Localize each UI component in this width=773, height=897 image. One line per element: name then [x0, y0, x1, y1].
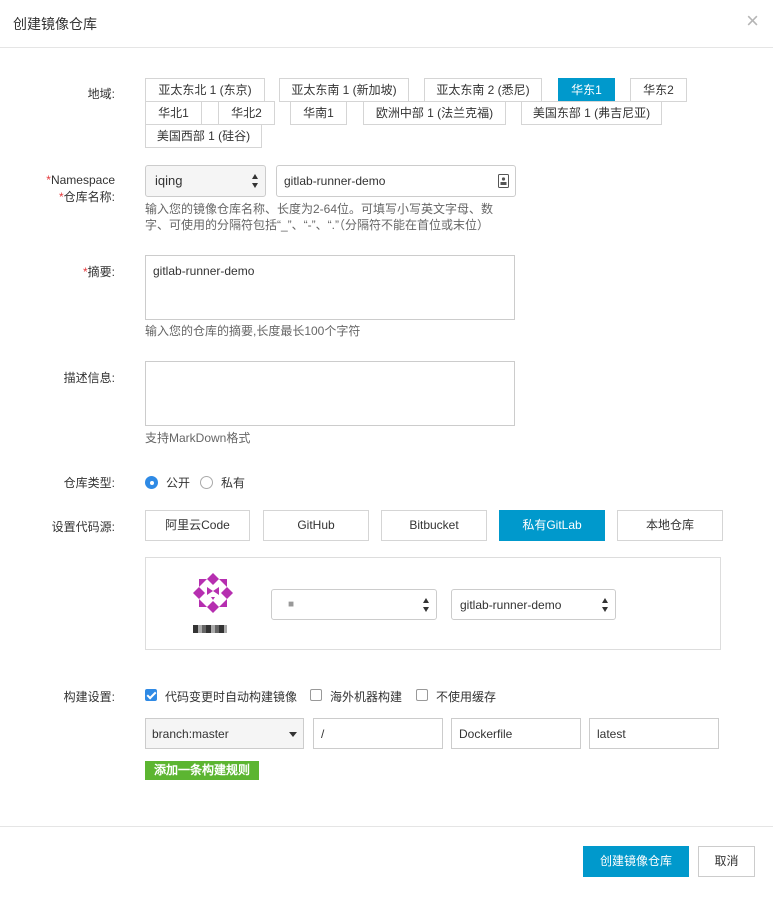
- region-option-tokyo[interactable]: 亚太东北 1 (东京): [145, 78, 265, 102]
- close-icon[interactable]: ×: [746, 10, 759, 32]
- region-option-frankfurt[interactable]: 欧洲中部 1 (法兰克福): [363, 101, 506, 125]
- namespace-select[interactable]: iqing: [145, 165, 266, 197]
- source-local-repo-button[interactable]: 本地仓库: [617, 510, 723, 541]
- no-cache-label: 不使用缓存: [436, 690, 497, 704]
- region-option-east1[interactable]: 华东1: [558, 78, 615, 102]
- gitlab-project-value: gitlab-runner-demo: [460, 598, 562, 612]
- repo-name-value: gitlab-runner-demo: [284, 174, 386, 188]
- source-private-gitlab-button[interactable]: 私有GitLab: [499, 510, 605, 541]
- gitlab-avatar-icon: [193, 573, 233, 613]
- overseas-build-label: 海外机器构建: [330, 690, 403, 704]
- repo-name-hint-line2: 字、可使用的分隔符包括“_”、“-”、“.”（分隔符不能在首位或末位）: [145, 218, 489, 232]
- footer-divider: [0, 826, 773, 827]
- select-arrows-icon: [423, 598, 430, 612]
- namespace-value: iqing: [155, 173, 183, 188]
- contact-card-icon[interactable]: [498, 174, 509, 188]
- source-github-button[interactable]: GitHub: [263, 510, 369, 541]
- source-bitbucket-button[interactable]: Bitbucket: [381, 510, 487, 541]
- region-option-virginia[interactable]: 美国东部 1 (弗吉尼亚): [521, 101, 662, 125]
- gitlab-source-panel: ■ gitlab-runner-demo: [145, 557, 721, 650]
- image-tag-value: latest: [597, 727, 626, 741]
- select-arrows-icon: [252, 174, 259, 188]
- region-option-silicon-valley[interactable]: 美国西部 1 (硅谷): [145, 124, 262, 148]
- branch-select[interactable]: branch:master: [145, 718, 304, 749]
- summary-value: gitlab-runner-demo: [153, 264, 255, 278]
- dropdown-caret-icon: [289, 732, 297, 737]
- repo-type-label: 仓库类型:: [63, 476, 115, 490]
- region-option-north1[interactable]: 华北1: [145, 101, 202, 125]
- repo-type-public-radio[interactable]: [145, 476, 158, 489]
- repo-name-label-text: 仓库名称:: [63, 190, 115, 204]
- repo-type-private-radio[interactable]: [200, 476, 213, 489]
- dockerfile-value: Dockerfile: [459, 727, 513, 741]
- namespace-label: *Namespace: [46, 173, 115, 187]
- select-arrows-icon: [602, 598, 609, 612]
- image-tag-input[interactable]: latest: [589, 718, 719, 749]
- region-option-sydney[interactable]: 亚太东南 2 (悉尼): [424, 78, 542, 102]
- source-aliyun-code-button[interactable]: 阿里云Code: [145, 510, 250, 541]
- description-hint: 支持MarkDown格式: [145, 431, 251, 445]
- gitlab-owner-value: ■: [288, 599, 295, 610]
- build-dir-value: /: [321, 727, 325, 741]
- cancel-button[interactable]: 取消: [698, 846, 755, 877]
- gitlab-project-select[interactable]: gitlab-runner-demo: [451, 589, 616, 620]
- region-option-singapore[interactable]: 亚太东南 1 (新加坡): [279, 78, 409, 102]
- region-option-north2[interactable]: 华北2: [218, 101, 275, 125]
- dockerfile-input[interactable]: Dockerfile: [451, 718, 581, 749]
- dialog-header: 创建镜像仓库 ×: [0, 0, 773, 48]
- summary-label: *摘要:: [83, 263, 115, 280]
- namespace-label-text: Namespace: [50, 173, 115, 187]
- repo-name-label: *仓库名称:: [59, 188, 115, 205]
- build-dir-input[interactable]: /: [313, 718, 443, 749]
- region-label: 地域:: [87, 87, 115, 101]
- branch-value: branch:master: [152, 727, 229, 741]
- region-option-south1[interactable]: 华南1: [290, 101, 347, 125]
- description-label: 描述信息:: [63, 371, 115, 385]
- owner-name-redacted: [193, 625, 227, 633]
- auto-build-checkbox[interactable]: [145, 689, 157, 701]
- gitlab-owner-select[interactable]: ■: [271, 589, 437, 620]
- summary-label-text: 摘要:: [87, 265, 115, 279]
- repo-type-private-label: 私有: [221, 476, 246, 490]
- create-repo-button[interactable]: 创建镜像仓库: [583, 846, 689, 877]
- repo-type-public-label: 公开: [166, 476, 191, 490]
- auto-build-label: 代码变更时自动构建镜像: [165, 690, 298, 704]
- repo-name-input[interactable]: gitlab-runner-demo: [276, 165, 516, 197]
- code-source-label: 设置代码源:: [51, 520, 115, 534]
- no-cache-checkbox[interactable]: [416, 689, 428, 701]
- overseas-build-checkbox[interactable]: [310, 689, 322, 701]
- region-option-east2[interactable]: 华东2: [630, 78, 687, 102]
- summary-textarea[interactable]: gitlab-runner-demo: [145, 255, 515, 320]
- add-build-rule-button[interactable]: 添加一条构建规则: [145, 761, 259, 780]
- build-settings-label: 构建设置:: [63, 690, 115, 704]
- dialog-title: 创建镜像仓库: [13, 16, 97, 32]
- description-textarea[interactable]: [145, 361, 515, 426]
- summary-hint: 输入您的仓库的摘要,长度最长100个字符: [145, 324, 361, 338]
